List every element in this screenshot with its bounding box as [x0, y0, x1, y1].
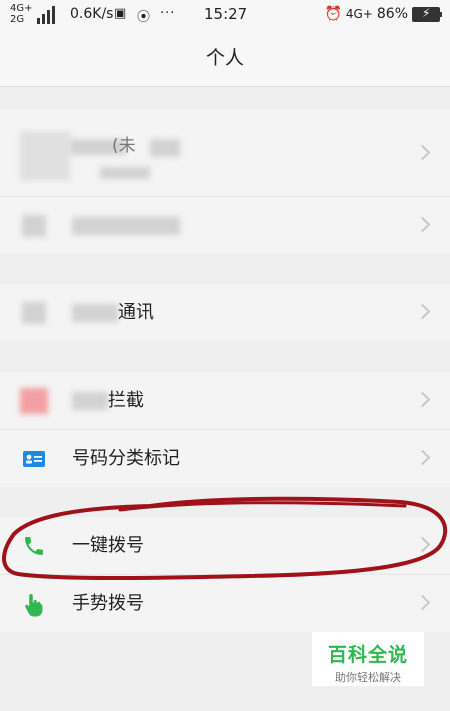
- chevron-right-icon: [414, 449, 431, 466]
- profile-hint-blur: [150, 139, 180, 157]
- block-icon: [20, 388, 48, 414]
- chevron-right-icon: [414, 303, 431, 320]
- status-right: ⏰ 4G+ 86% ⚡: [324, 6, 442, 22]
- signal-icon: [37, 6, 61, 24]
- chevron-right-icon: [414, 144, 431, 161]
- hand-pointer-icon: [22, 592, 46, 617]
- status-bar: 4G+ 2G 0.6K/s ▣ ⦿ ··· 15:27 ⏰ 4G+ 86% ⚡: [0, 0, 450, 30]
- profile-hint: (未: [112, 136, 136, 156]
- chevron-right-icon: [414, 594, 431, 611]
- network-indicator: 4G+ 2G: [10, 3, 33, 25]
- chevron-right-icon: [414, 216, 431, 233]
- sim-icon: ▣: [114, 6, 127, 21]
- number-mark-label: 号码分类标记: [72, 448, 180, 469]
- block-label: 拦截: [108, 390, 144, 411]
- phone-icon: [22, 534, 46, 558]
- one-key-dial-row[interactable]: 一键拨号: [0, 517, 450, 575]
- avatar: [20, 131, 70, 181]
- profile-sub-blur: [100, 167, 150, 179]
- chevron-right-icon: [414, 391, 431, 408]
- page-title: 个人: [205, 47, 244, 69]
- vibrate-icon: ⦿: [137, 10, 151, 25]
- battery-icon: ⚡: [412, 6, 442, 22]
- comm-row[interactable]: 通讯: [0, 284, 450, 341]
- block-label-blur: [72, 392, 108, 410]
- clock: 15:27: [204, 5, 248, 23]
- comm-icon: [22, 302, 46, 324]
- account-icon: [22, 215, 46, 237]
- account-label-blur: [72, 217, 180, 235]
- more-icon: ···: [160, 6, 176, 21]
- chevron-right-icon: [414, 536, 431, 553]
- dial-group: 一键拨号 手势拨号: [0, 517, 450, 632]
- watermark-logo: 百科全说 助你轻松解决: [312, 632, 424, 686]
- block-row[interactable]: 拦截: [0, 372, 450, 430]
- gesture-dial-row[interactable]: 手势拨号: [0, 575, 450, 632]
- contact-card-icon: [22, 447, 46, 471]
- profile-row[interactable]: (未: [0, 109, 450, 197]
- comm-label-blur: [72, 304, 118, 322]
- comm-group: 通讯: [0, 284, 450, 341]
- network-right: 4G+: [345, 7, 373, 21]
- page-header: 个人: [0, 30, 450, 87]
- number-mark-row[interactable]: 号码分类标记: [0, 430, 450, 487]
- one-key-dial-label: 一键拨号: [72, 535, 144, 556]
- profile-group: (未: [0, 109, 450, 254]
- comm-label: 通讯: [118, 302, 154, 323]
- network-speed: 0.6K/s: [70, 6, 114, 22]
- battery-percent: 86%: [376, 6, 408, 22]
- gesture-dial-label: 手势拨号: [72, 593, 144, 614]
- alarm-icon: ⏰: [324, 6, 342, 22]
- watermark-title: 百科全说: [327, 644, 408, 666]
- account-row[interactable]: [0, 197, 450, 254]
- watermark-subtitle: 助你轻松解决: [335, 671, 401, 684]
- block-group: 拦截 号码分类标记: [0, 372, 450, 487]
